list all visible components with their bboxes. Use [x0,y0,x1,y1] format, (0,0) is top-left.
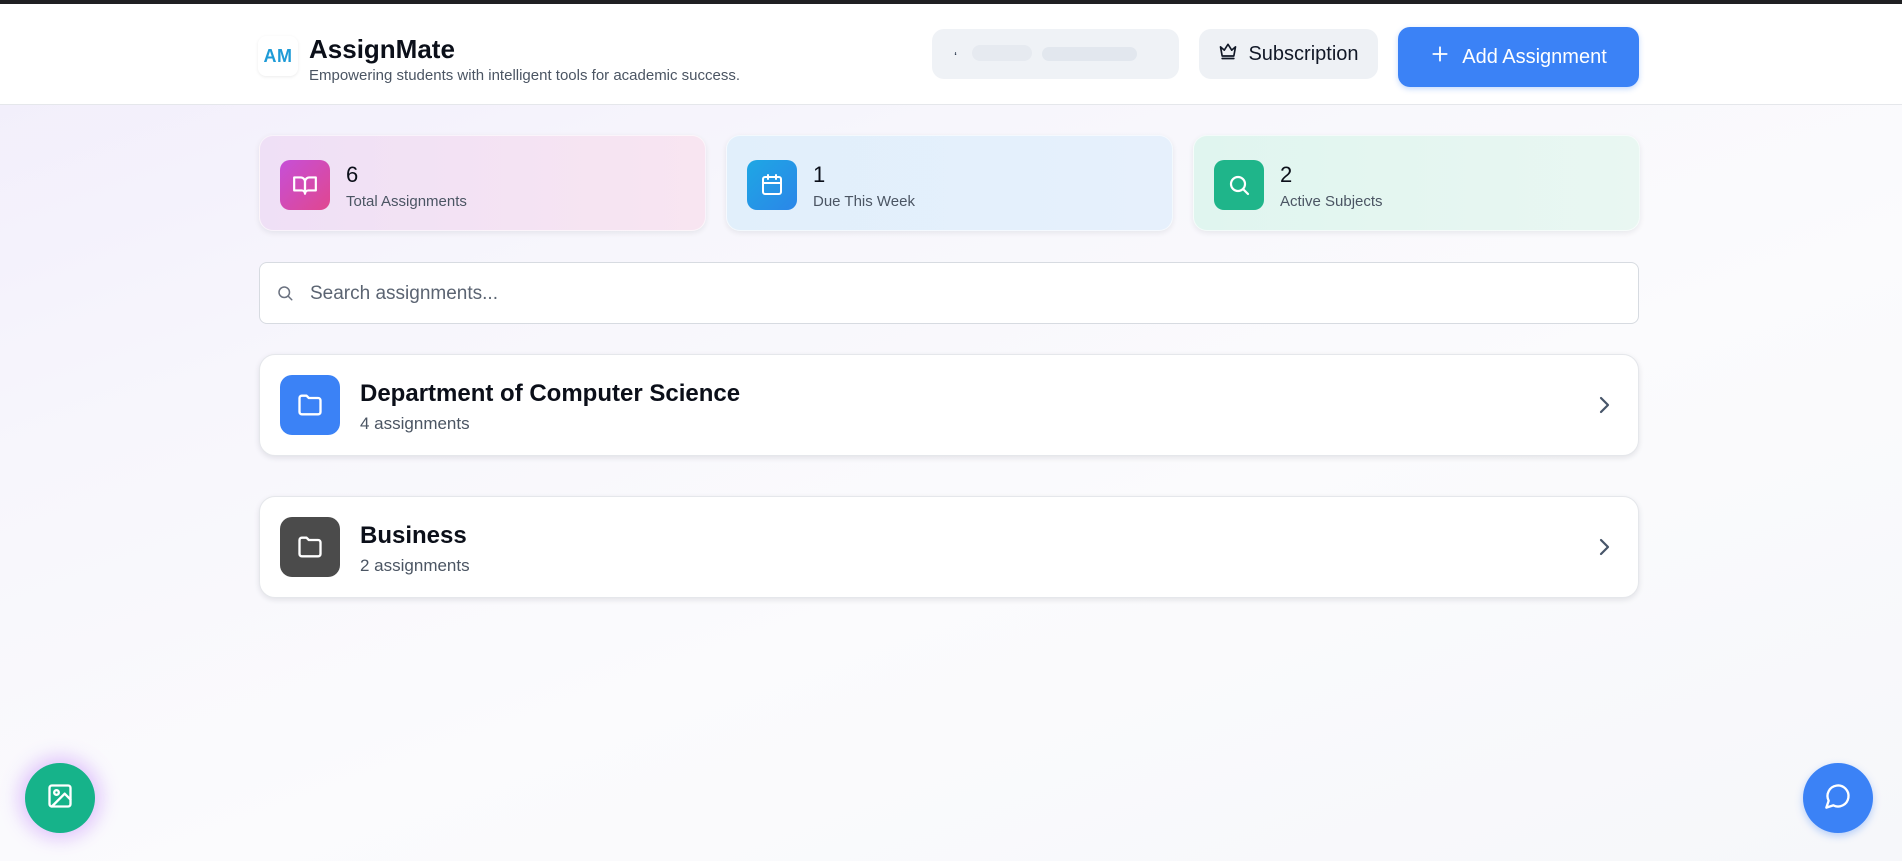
add-assignment-button[interactable]: Add Assignment [1398,27,1639,87]
user-email-redacted [1042,47,1137,61]
chevron-right-icon [1592,535,1616,564]
plus-icon [1430,44,1450,70]
app-title: AssignMate [309,34,455,64]
user-profile-pill[interactable]: ʻ [932,29,1179,79]
stat-card-due-this-week: 1 Due This Week [726,135,1173,231]
stat-value: 1 [813,162,826,187]
subscription-button[interactable]: Subscription [1199,29,1378,79]
calendar-icon [747,160,797,210]
folder-icon [280,375,340,435]
add-assignment-label: Add Assignment [1462,45,1607,68]
app-tagline: Empowering students with intelligent too… [309,67,741,84]
folder-card-business[interactable]: Business 2 assignments [259,496,1639,598]
search-bar[interactable] [259,262,1639,324]
search-icon [1214,160,1264,210]
chevron-right-icon [1592,393,1616,422]
app-logo[interactable]: AM [258,36,298,76]
chat-icon [1824,782,1852,815]
image-icon [46,782,74,815]
folder-title: Business [360,522,467,549]
search-input[interactable] [310,275,1620,313]
user-name-initial: ʻ [954,49,958,65]
search-icon [276,284,294,307]
chat-button[interactable] [1803,763,1873,833]
folder-icon [280,517,340,577]
stat-card-total-assignments: 6 Total Assignments [259,135,706,231]
stat-label: Due This Week [813,193,915,210]
book-open-icon [280,160,330,210]
crown-icon [1218,41,1238,67]
stat-label: Active Subjects [1280,193,1383,210]
folder-count: 4 assignments [360,414,470,433]
stat-label: Total Assignments [346,193,467,210]
stat-card-active-subjects: 2 Active Subjects [1193,135,1640,231]
folder-count: 2 assignments [360,556,470,575]
app-header: AM AssignMate Empowering students with i… [0,4,1902,105]
stat-value: 2 [1280,162,1293,187]
folder-card-computer-science[interactable]: Department of Computer Science 4 assignm… [259,354,1639,456]
subscription-label: Subscription [1248,42,1359,65]
stat-value: 6 [346,162,359,187]
folder-title: Department of Computer Science [360,380,741,407]
user-name-redacted [972,45,1032,61]
image-upload-button[interactable] [25,763,95,833]
